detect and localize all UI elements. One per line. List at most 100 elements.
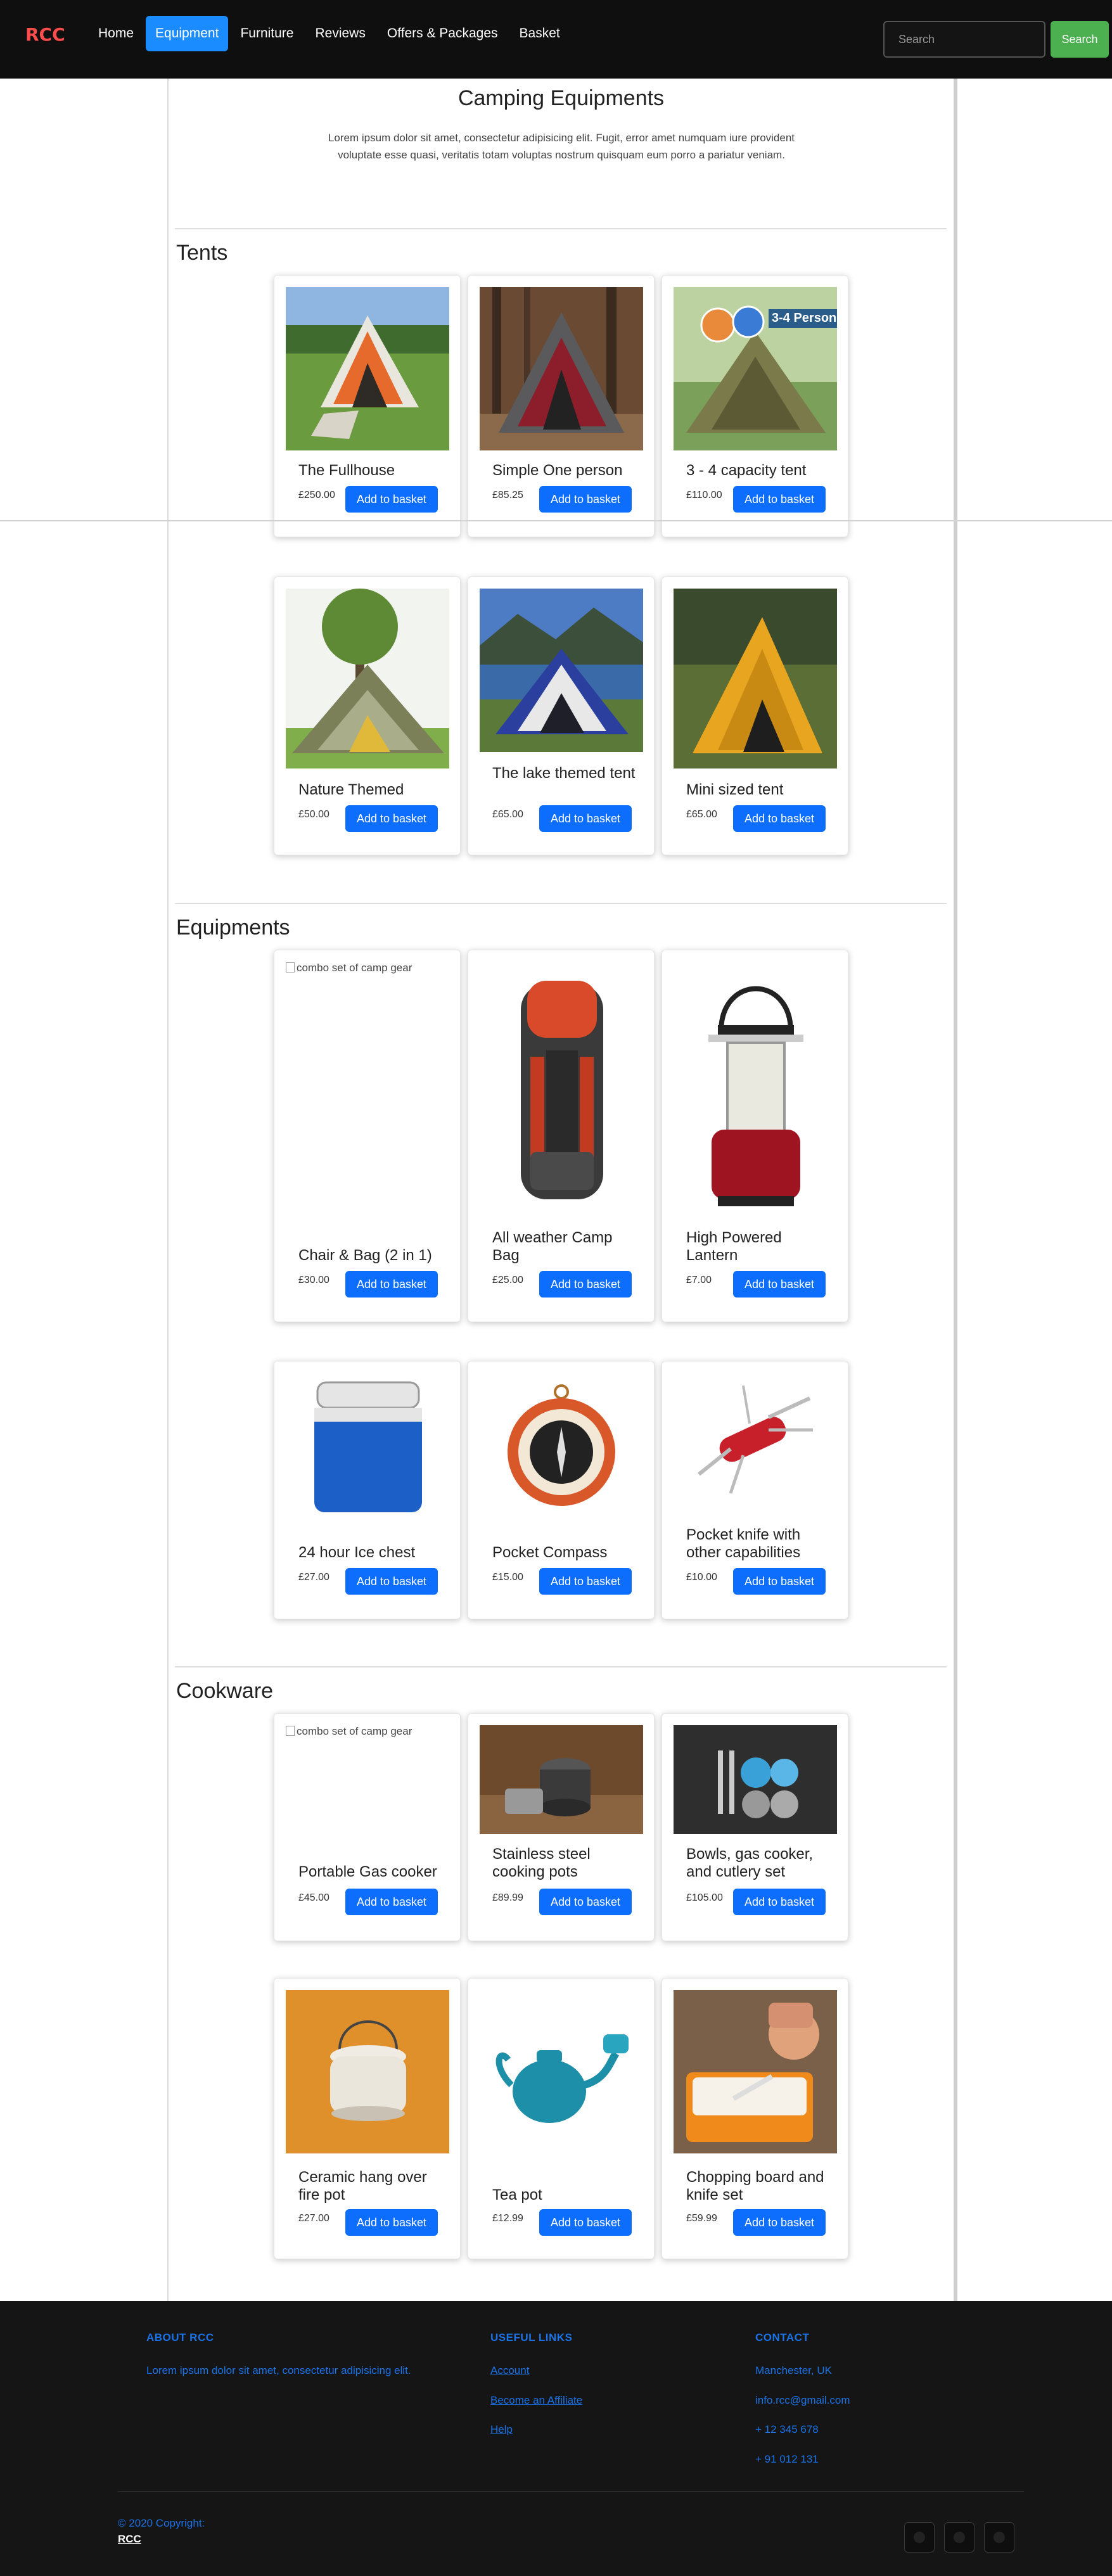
add-to-basket-button[interactable]: Add to basket xyxy=(539,486,632,513)
add-to-basket-button[interactable]: Add to basket xyxy=(539,2209,632,2236)
broken-image-icon xyxy=(286,1726,295,1736)
page-rule xyxy=(0,520,1112,521)
tent-image xyxy=(286,589,449,768)
teapot-image xyxy=(480,1990,643,2153)
footer-link-affiliate[interactable]: Become an Affiliate xyxy=(490,2394,582,2407)
add-to-basket-button[interactable]: Add to basket xyxy=(733,1889,826,1915)
footer-copyright-brand[interactable]: RCC xyxy=(118,2533,141,2546)
add-to-basket-button[interactable]: Add to basket xyxy=(345,1889,438,1915)
tent-image xyxy=(480,287,643,450)
add-to-basket-button[interactable]: Add to basket xyxy=(539,1271,632,1298)
product-card: Pocket Compass £15.00 Add to basket xyxy=(468,1361,655,1619)
product-card: The lake themed tent £65.00 Add to baske… xyxy=(468,577,655,855)
product-name: Nature Themed xyxy=(298,781,404,798)
add-to-basket-button[interactable]: Add to basket xyxy=(539,805,632,832)
section-divider xyxy=(175,903,947,904)
content-border-left xyxy=(167,79,169,2301)
search-input[interactable] xyxy=(883,21,1045,58)
add-to-basket-button[interactable]: Add to basket xyxy=(345,805,438,832)
nav-links: Home Equipment Furniture Reviews Offers … xyxy=(89,16,572,51)
section-divider xyxy=(175,1666,947,1667)
add-to-basket-button[interactable]: Add to basket xyxy=(539,1889,632,1915)
footer-link-account[interactable]: Account xyxy=(490,2364,529,2377)
footer-link-help[interactable]: Help xyxy=(490,2423,513,2436)
product-card: 24 hour Ice chest £27.00 Add to basket xyxy=(274,1361,461,1619)
lantern-image xyxy=(674,962,837,1215)
product-price: £110.00 xyxy=(686,490,722,501)
product-name: Chair & Bag (2 in 1) xyxy=(298,1247,432,1264)
product-card: Chopping board and knife set £59.99 Add … xyxy=(661,1978,848,2259)
product-price: £30.00 xyxy=(298,1275,329,1285)
product-card: Ceramic hang over fire pot £27.00 Add to… xyxy=(274,1978,461,2259)
product-name: All weather Camp Bag xyxy=(492,1229,613,1264)
add-to-basket-button[interactable]: Add to basket xyxy=(345,1271,438,1298)
product-price: £105.00 xyxy=(686,1892,723,1903)
product-name: Pocket knife with other capabilities xyxy=(686,1526,801,1561)
nav-link-furniture[interactable]: Furniture xyxy=(231,16,303,51)
image-alt-text: combo set of camp gear xyxy=(297,1725,412,1737)
product-name: Simple One person xyxy=(492,462,623,479)
tent-badge: 3-4 Person xyxy=(772,311,837,325)
image-alt-text: combo set of camp gear xyxy=(297,962,412,974)
footer-contact-email[interactable]: info.rcc@gmail.com xyxy=(755,2392,850,2409)
tent-image xyxy=(674,589,837,768)
product-card: High Powered Lantern £7.00 Add to basket xyxy=(661,950,848,1322)
product-price: £89.99 xyxy=(492,1892,523,1903)
product-price: £7.00 xyxy=(686,1275,712,1285)
product-name: The Fullhouse xyxy=(298,462,395,479)
section-title-tents: Tents xyxy=(176,241,228,265)
product-name: High Powered Lantern xyxy=(686,1229,782,1264)
product-name: Chopping board and knife set xyxy=(686,2169,824,2203)
add-to-basket-button[interactable]: Add to basket xyxy=(733,486,826,513)
add-to-basket-button[interactable]: Add to basket xyxy=(733,1568,826,1595)
footer-contact-phone: + 12 345 678 xyxy=(755,2423,819,2435)
add-to-basket-button[interactable]: Add to basket xyxy=(345,1568,438,1595)
product-name: Stainless steel cooking pots xyxy=(492,1846,591,1880)
nav-link-offers[interactable]: Offers & Packages xyxy=(378,16,508,51)
ceramic-pot-image xyxy=(286,1990,449,2153)
backpack-image xyxy=(480,962,643,1215)
product-card: combo set of camp gear Chair & Bag (2 in… xyxy=(274,950,461,1322)
add-to-basket-button[interactable]: Add to basket xyxy=(345,486,438,513)
product-card: Stainless steel cooking pots £89.99 Add … xyxy=(468,1713,655,1941)
search-button[interactable]: Search xyxy=(1051,21,1109,58)
product-name: The lake themed tent xyxy=(492,765,636,782)
brand-logo[interactable]: RCC xyxy=(25,24,65,45)
footer-copyright: © 2020 Copyright: xyxy=(118,2517,205,2529)
section-title-cookware: Cookware xyxy=(176,1679,274,1703)
twitter-icon[interactable] xyxy=(944,2522,975,2553)
facebook-icon[interactable] xyxy=(904,2522,935,2553)
knife-image xyxy=(674,1373,837,1506)
page-title: Camping Equipments xyxy=(457,86,665,110)
add-to-basket-button[interactable]: Add to basket xyxy=(345,2209,438,2236)
footer-contact-phone: + 91 012 131 xyxy=(755,2453,819,2465)
nav-link-reviews[interactable]: Reviews xyxy=(305,16,374,51)
add-to-basket-button[interactable]: Add to basket xyxy=(733,2209,826,2236)
product-card: 3-4 Person 3 - 4 capacity tent £110.00 A… xyxy=(661,275,848,537)
product-card: Tea pot £12.99 Add to basket xyxy=(468,1978,655,2259)
add-to-basket-button[interactable]: Add to basket xyxy=(733,805,826,832)
footer-divider xyxy=(118,2491,1024,2492)
add-to-basket-button[interactable]: Add to basket xyxy=(539,1568,632,1595)
product-card: combo set of camp gear Portable Gas cook… xyxy=(274,1713,461,1941)
nav-link-basket[interactable]: Basket xyxy=(510,16,570,51)
nav-link-home[interactable]: Home xyxy=(89,16,143,51)
product-card: All weather Camp Bag £25.00 Add to baske… xyxy=(468,950,655,1322)
product-price: £50.00 xyxy=(298,809,329,820)
cooler-image xyxy=(286,1373,449,1525)
nav-link-equipment[interactable]: Equipment xyxy=(146,16,229,51)
chopping-board-image xyxy=(674,1990,837,2153)
footer-links-title: USEFUL LINKS xyxy=(490,2331,573,2343)
tent-image xyxy=(480,589,643,752)
product-price: £25.00 xyxy=(492,1275,523,1285)
instagram-icon[interactable] xyxy=(984,2522,1014,2553)
tent-image xyxy=(286,287,449,450)
product-price: £85.25 xyxy=(492,490,523,501)
product-name: Pocket Compass xyxy=(492,1544,608,1561)
product-price: £10.00 xyxy=(686,1572,717,1583)
product-price: £15.00 xyxy=(492,1572,523,1583)
tent-image: 3-4 Person xyxy=(674,287,837,450)
footer-contact-title: CONTACT xyxy=(755,2331,810,2343)
add-to-basket-button[interactable]: Add to basket xyxy=(733,1271,826,1298)
content-border-right xyxy=(954,79,957,2301)
